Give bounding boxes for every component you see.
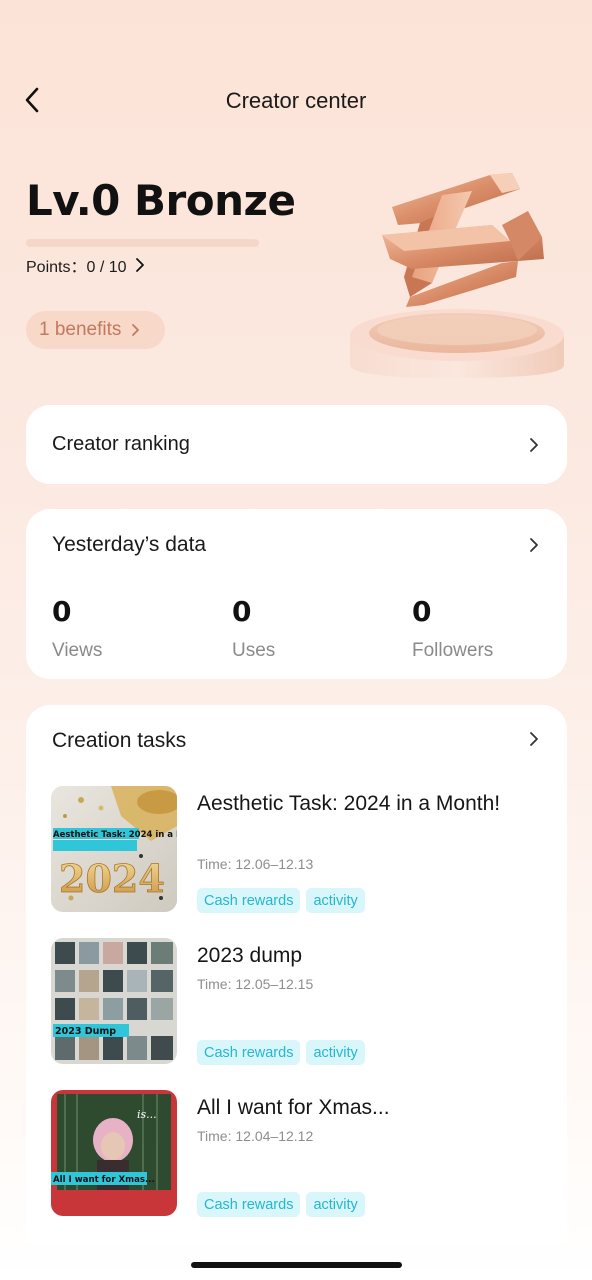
task-tags: Cash rewards activity xyxy=(197,1040,365,1065)
chevron-right-icon xyxy=(135,258,144,272)
svg-text:is...: is... xyxy=(137,1108,157,1121)
tag-cash-rewards: Cash rewards xyxy=(197,1192,301,1217)
task-item[interactable]: Aesthetic Task: 2024 in a Month! 2024 Ae… xyxy=(51,786,551,914)
level-progress-bar xyxy=(26,239,259,247)
stat-label: Uses xyxy=(232,640,276,661)
thumb-caption: 2023 Dump xyxy=(55,1026,116,1037)
home-indicator[interactable] xyxy=(191,1262,402,1268)
task-time: Time: 12.05–12.15 xyxy=(197,976,314,992)
points-link[interactable]: Points：0 / 10 xyxy=(26,254,145,276)
chevron-right-icon[interactable] xyxy=(525,730,543,748)
thumb-caption: Aesthetic Task: 2024 in a Month! xyxy=(53,830,177,840)
stat-label: Followers xyxy=(412,640,494,661)
stat-followers: 0 Followers xyxy=(412,595,493,662)
page-title: Creator center xyxy=(225,88,367,113)
task-title: 2023 dump xyxy=(197,944,303,967)
stat-views: 0 Views xyxy=(52,595,102,662)
task-thumbnail-image: 2023 Dump xyxy=(51,938,177,1064)
task-tags: Cash rewards activity xyxy=(197,1192,365,1217)
bronze-badge-illustration xyxy=(350,173,564,378)
chevron-right-icon xyxy=(530,438,538,452)
stat-label: Views xyxy=(52,640,103,661)
task-tags: Cash rewards activity xyxy=(197,888,365,913)
task-time: Time: 12.06–12.13 xyxy=(197,856,314,872)
tag-activity: activity xyxy=(306,1040,365,1065)
points-label: Points：0 / 10 xyxy=(26,259,127,276)
benefits-button[interactable]: 1 benefits xyxy=(26,311,165,349)
task-title: Aesthetic Task: 2024 in a Month! xyxy=(197,792,501,815)
task-title: All I want for Xmas... xyxy=(197,1096,390,1119)
task-thumbnail: Aesthetic Task: 2024 in a Month! 2024 xyxy=(51,786,177,912)
tag-activity: activity xyxy=(306,888,365,913)
creator-ranking-card[interactable]: Creator ranking xyxy=(26,405,567,484)
tag-cash-rewards: Cash rewards xyxy=(197,888,301,913)
task-thumbnail: 2023 Dump xyxy=(51,938,177,1064)
creator-ranking-label: Creator ranking xyxy=(52,433,190,455)
creation-tasks-title: Creation tasks xyxy=(52,729,187,752)
creation-tasks-card: Creation tasks Aesthetic Task: 2024 in a… xyxy=(26,705,567,1245)
task-item[interactable]: 2023 Dump 2023 dump Time: 12.05–12.15 Ca… xyxy=(51,938,551,1066)
task-thumbnail: is... All I want for Xmas... xyxy=(51,1090,177,1216)
chevron-right-icon xyxy=(132,324,140,336)
yesterday-data-title: Yesterday’s data xyxy=(52,533,207,556)
thumb-caption: All I want for Xmas... xyxy=(53,1175,155,1185)
stat-value: 0 xyxy=(52,595,72,628)
task-thumbnail-image: is... All I want for Xmas... xyxy=(51,1090,177,1216)
task-thumbnail-image: Aesthetic Task: 2024 in a Month! 2024 xyxy=(51,786,177,912)
thumb-2024-text: 2024 xyxy=(59,856,165,901)
benefits-label: 1 benefits xyxy=(39,319,122,340)
level-title: Lv.0 Bronze xyxy=(26,176,296,225)
task-time: Time: 12.04–12.12 xyxy=(197,1128,314,1144)
chevron-right-icon xyxy=(530,538,538,552)
stat-value: 0 xyxy=(232,595,252,628)
yesterday-data-card[interactable]: Yesterday’s data 0 Views 0 Uses 0 Follow… xyxy=(26,509,567,679)
stat-value: 0 xyxy=(412,595,432,628)
stat-uses: 0 Uses xyxy=(232,595,275,662)
top-bar: Creator center xyxy=(0,70,592,132)
task-item[interactable]: is... All I want for Xmas... All I want … xyxy=(51,1090,551,1218)
tag-cash-rewards: Cash rewards xyxy=(197,1040,301,1065)
tag-activity: activity xyxy=(306,1192,365,1217)
